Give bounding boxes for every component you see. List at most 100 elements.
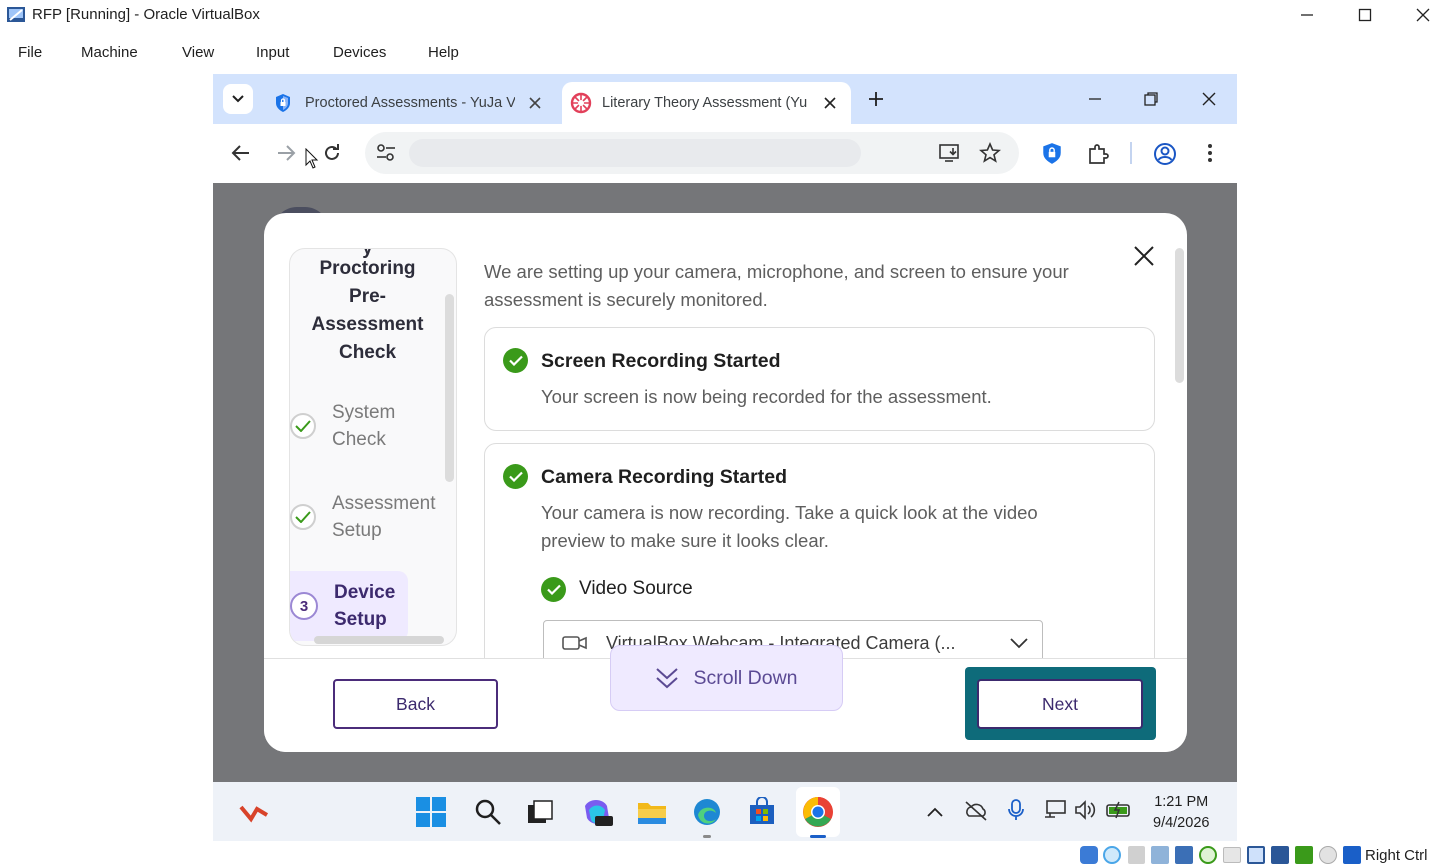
menu-machine[interactable]: Machine [81, 44, 138, 61]
tray-chevron-up-icon[interactable] [926, 806, 944, 818]
vbox-title-bar: RFP [Running] - Oracle VirtualBox [0, 0, 1449, 30]
next-button[interactable]: Next [977, 679, 1143, 729]
browser-restore-icon[interactable] [1143, 91, 1159, 107]
card-title: Screen Recording Started [541, 350, 781, 372]
chrome-browser-icon[interactable] [800, 794, 836, 830]
step-label: Assessment [332, 493, 436, 514]
tab-label: Proctored Assessments - YuJa V [305, 95, 515, 111]
sidebar-vertical-scrollbar[interactable] [445, 294, 454, 482]
network-icon[interactable] [1043, 799, 1067, 821]
back-arrow-icon[interactable] [231, 144, 251, 162]
taskbar-clock[interactable]: 1:21 PM 9/4/2026 [1153, 792, 1209, 834]
menu-devices[interactable]: Devices [333, 44, 386, 61]
host-key-label: Right Ctrl [1365, 847, 1428, 864]
active-indicator [810, 835, 826, 838]
menu-input[interactable]: Input [256, 44, 289, 61]
toolbar-divider [1130, 142, 1132, 164]
reload-icon[interactable] [322, 143, 342, 163]
widgets-icon[interactable] [236, 794, 272, 830]
close-tab-icon[interactable] [529, 97, 541, 109]
close-tab-icon[interactable] [824, 97, 836, 109]
microphone-icon[interactable] [1008, 798, 1024, 822]
yuja-logo-icon [570, 92, 592, 114]
minimize-button[interactable] [1278, 0, 1336, 30]
volume-icon[interactable] [1074, 799, 1098, 821]
step-system-check[interactable]: System Check [290, 399, 395, 453]
proctoring-modal: y Proctoring Pre- Assessment Check Syste… [264, 213, 1187, 752]
audio-status-icon[interactable] [1151, 846, 1169, 864]
vbox-status-bar: Right Ctrl [1075, 843, 1449, 867]
display-status-icon[interactable] [1247, 846, 1265, 864]
steps-sidebar: y Proctoring Pre- Assessment Check Syste… [289, 248, 457, 646]
browser-tab-strip: Proctored Assessments - YuJa V Literary … [213, 74, 1237, 124]
intro-text: We are setting up your camera, microphon… [484, 261, 1069, 310]
battery-charging-icon[interactable] [1105, 801, 1133, 819]
windows-taskbar: 1:21 PM 9/4/2026 [213, 782, 1237, 841]
clock-date: 9/4/2026 [1153, 815, 1210, 831]
microsoft-store-icon[interactable] [744, 794, 780, 830]
clock-time: 1:21 PM [1154, 794, 1209, 810]
next-button-focus-ring: Next [965, 667, 1156, 740]
bookmark-star-icon[interactable] [979, 142, 1001, 164]
network-status-icon[interactable] [1175, 846, 1193, 864]
scroll-down-button[interactable]: Scroll Down [610, 645, 843, 711]
shared-folders-status-icon[interactable] [1223, 847, 1241, 863]
address-bar[interactable] [365, 132, 1019, 174]
sidebar-title: Proctoring Pre- Assessment Check [311, 258, 424, 363]
recording-status-icon[interactable] [1271, 846, 1289, 864]
close-button[interactable] [1394, 0, 1449, 30]
scroll-down-label: Scroll Down [693, 666, 798, 689]
mouse-integration-status-icon[interactable] [1319, 846, 1337, 864]
sidebar-horizontal-scrollbar[interactable] [314, 636, 444, 644]
modal-scrollbar[interactable] [1175, 248, 1184, 383]
kebab-menu-icon[interactable] [1207, 143, 1213, 163]
forward-arrow-icon[interactable] [276, 144, 296, 162]
edge-browser-icon[interactable] [689, 794, 725, 830]
vt-x-status-icon[interactable] [1295, 846, 1313, 864]
menu-help[interactable]: Help [428, 44, 459, 61]
back-button[interactable]: Back [333, 679, 498, 729]
window-title: RFP [Running] - Oracle VirtualBox [32, 6, 260, 23]
tab-literary-theory-assessment[interactable]: Literary Theory Assessment (Yu [562, 82, 851, 124]
menu-view[interactable]: View [182, 44, 214, 61]
tab-search-button[interactable] [223, 84, 253, 114]
keyboard-capture-status-icon[interactable] [1343, 846, 1361, 864]
guest-screen: Proctored Assessments - YuJa V Literary … [213, 74, 1237, 841]
success-check-icon [503, 464, 528, 489]
close-modal-icon[interactable] [1133, 245, 1155, 267]
menu-file[interactable]: File [18, 44, 42, 61]
tab-proctored-assessments[interactable]: Proctored Assessments - YuJa V [265, 82, 551, 124]
extensions-puzzle-icon[interactable] [1086, 142, 1110, 166]
optical-drive-status-icon[interactable] [1103, 846, 1121, 864]
chevron-down-icon [232, 95, 244, 103]
card-title: Camera Recording Started [541, 466, 787, 488]
task-view-icon[interactable] [522, 794, 558, 830]
site-settings-icon[interactable] [376, 144, 396, 162]
hard-disk-status-icon[interactable] [1080, 846, 1098, 864]
chevron-down-icon [1010, 638, 1028, 649]
step-device-setup[interactable]: 3 Device Setup [290, 571, 408, 641]
step-assessment-setup[interactable]: Assessment Setup [290, 490, 435, 544]
double-chevron-down-icon [656, 668, 679, 689]
card-text: Your camera is now recording. Take a qui… [541, 502, 1038, 551]
step-done-check-icon [290, 413, 316, 439]
m365-copilot-icon[interactable] [579, 794, 615, 830]
onedrive-offline-icon[interactable] [964, 800, 988, 822]
browser-minimize-icon[interactable] [1087, 92, 1103, 106]
browser-close-icon[interactable] [1201, 91, 1217, 107]
modal-footer: Back Scroll Down Next [264, 645, 1187, 752]
running-indicator [703, 835, 711, 838]
usb-status-icon[interactable] [1199, 846, 1217, 864]
mouse-cursor-icon [305, 148, 319, 170]
start-windows-icon[interactable] [413, 794, 449, 830]
file-explorer-icon[interactable] [634, 794, 670, 830]
url-input[interactable] [409, 139, 861, 167]
extension-shield-icon[interactable] [1041, 142, 1063, 166]
success-check-icon [503, 348, 528, 373]
maximize-button[interactable] [1336, 0, 1394, 30]
new-tab-button[interactable] [866, 89, 886, 109]
profile-avatar-icon[interactable] [1153, 142, 1177, 166]
floppy-status-icon[interactable] [1128, 846, 1145, 864]
install-app-icon[interactable] [939, 143, 961, 163]
search-icon[interactable] [470, 794, 506, 830]
